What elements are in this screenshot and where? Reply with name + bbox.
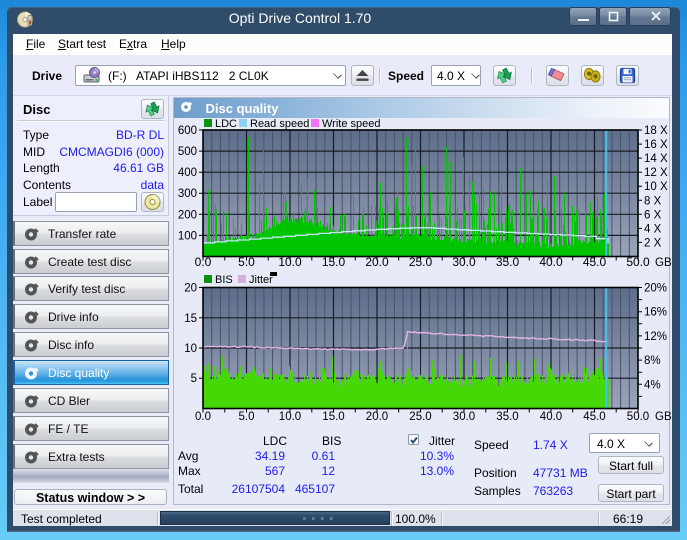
svg-text:LDC: LDC (215, 118, 237, 130)
svg-text:16 X: 16 X (644, 139, 668, 151)
svg-text:Jitter: Jitter (249, 274, 273, 286)
svg-text:20.0: 20.0 (366, 411, 388, 423)
svg-text:14 X: 14 X (644, 153, 668, 165)
svg-text:8 X: 8 X (644, 195, 662, 207)
svg-text:600: 600 (178, 125, 197, 137)
svg-text:10: 10 (184, 343, 197, 355)
svg-text:40.0: 40.0 (540, 411, 562, 423)
svg-text:300: 300 (178, 188, 197, 200)
svg-text:Write speed: Write speed (322, 118, 381, 130)
svg-text:20%: 20% (644, 283, 667, 295)
svg-text:30.0: 30.0 (453, 411, 475, 423)
svg-text:10 X: 10 X (644, 181, 668, 193)
svg-text:BIS: BIS (215, 274, 233, 286)
svg-text:500: 500 (178, 146, 197, 158)
svg-text:12 X: 12 X (644, 167, 668, 179)
svg-text:5: 5 (191, 373, 197, 385)
svg-text:6 X: 6 X (644, 209, 662, 221)
svg-text:16%: 16% (644, 307, 667, 319)
svg-text:5.0: 5.0 (239, 411, 255, 423)
svg-text:4 X: 4 X (644, 223, 662, 235)
svg-text:10.0: 10.0 (279, 411, 301, 423)
svg-text:18 X: 18 X (644, 125, 668, 137)
svg-text:GB: GB (655, 411, 672, 423)
svg-text:15.0: 15.0 (322, 411, 344, 423)
svg-text:20: 20 (184, 283, 197, 295)
svg-text:400: 400 (178, 167, 197, 179)
svg-text:100: 100 (178, 230, 197, 242)
svg-text:200: 200 (178, 209, 197, 221)
svg-text:15: 15 (184, 313, 197, 325)
svg-text:45.0: 45.0 (583, 411, 605, 423)
svg-text:Read speed: Read speed (250, 118, 309, 130)
svg-text:2 X: 2 X (644, 237, 662, 249)
svg-text:12%: 12% (644, 331, 667, 343)
svg-text:8%: 8% (644, 355, 661, 367)
svg-text:35.0: 35.0 (496, 411, 518, 423)
svg-text:25.0: 25.0 (409, 411, 431, 423)
svg-text:0.0: 0.0 (195, 411, 211, 423)
svg-text:50.0: 50.0 (627, 411, 649, 423)
svg-text:4%: 4% (644, 379, 661, 391)
